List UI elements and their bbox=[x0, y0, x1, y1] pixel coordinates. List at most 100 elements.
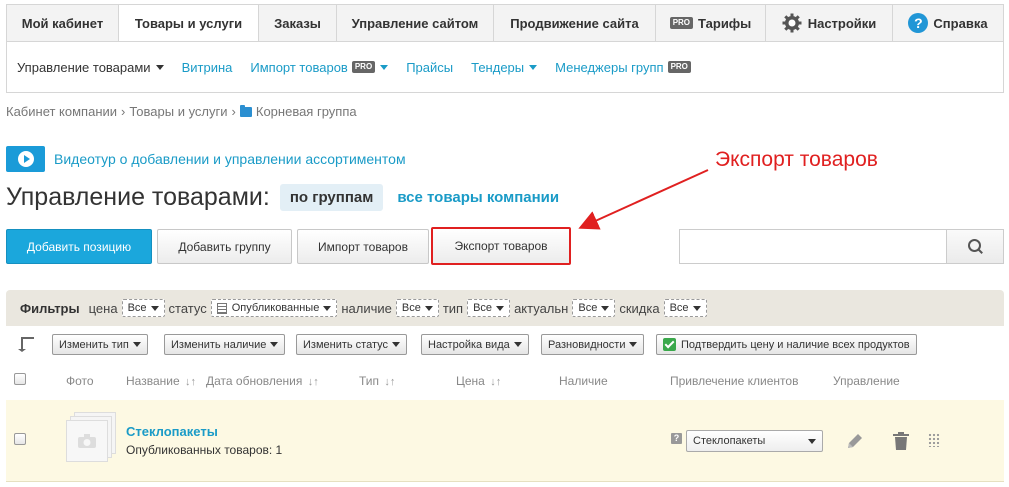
published-count: Опубликованных товаров: 1 bbox=[126, 443, 283, 457]
tab-label: Тарифы bbox=[698, 15, 752, 31]
video-tour-link[interactable]: Видеотур о добавлении и управлении ассор… bbox=[54, 151, 406, 167]
list-icon bbox=[216, 302, 227, 314]
sort-icon: ↓↑ bbox=[490, 376, 502, 388]
main-tabs: Мой кабинет Товары и услуги Заказы Управ… bbox=[6, 4, 1004, 42]
pro-badge: PRO bbox=[667, 61, 691, 73]
submenu-label: Прайсы bbox=[406, 59, 454, 75]
column-label: Цена bbox=[456, 374, 485, 388]
filter-type-dropdown[interactable]: Все bbox=[467, 299, 511, 317]
tab-label: Управление сайтом bbox=[351, 15, 479, 31]
column-label: Тип bbox=[359, 374, 380, 388]
tab-my-cabinet[interactable]: Мой кабинет bbox=[6, 4, 119, 42]
tab-goods-services[interactable]: Товары и услуги bbox=[119, 4, 259, 42]
tab-label: Продвижение сайта bbox=[510, 15, 639, 31]
table-row[interactable]: Стеклопакеты Опубликованных товаров: 1 ?… bbox=[6, 400, 1004, 482]
filter-value: Все bbox=[127, 302, 147, 314]
column-name[interactable]: Название ↓↑ bbox=[126, 374, 196, 388]
submenu-item-group-managers[interactable]: Менеджеры групп PRO bbox=[555, 60, 691, 75]
tab-help[interactable]: ? Справка bbox=[893, 4, 1004, 42]
filter-value: Опубликованные bbox=[231, 302, 320, 314]
pro-badge: PRO bbox=[351, 61, 376, 73]
help-icon[interactable]: ? bbox=[671, 433, 682, 444]
column-price[interactable]: Цена ↓↑ bbox=[456, 374, 501, 388]
search-input[interactable] bbox=[679, 229, 947, 264]
breadcrumb-item-root-group: Корневая группа bbox=[255, 104, 357, 119]
page-title: Управление товарами: bbox=[6, 183, 270, 211]
tab-label: Заказы bbox=[274, 15, 321, 31]
sort-icon: ↓↑ bbox=[307, 376, 319, 388]
column-manage: Управление bbox=[833, 374, 900, 388]
view-settings-button[interactable]: Настройка вида bbox=[421, 334, 529, 355]
tab-orders[interactable]: Заказы bbox=[259, 4, 337, 42]
export-goods-button[interactable]: Экспорт товаров bbox=[431, 227, 571, 265]
view-all-goods-link[interactable]: все товары компании bbox=[397, 189, 559, 206]
action-label: Подтвердить цену и наличие всех продукто… bbox=[681, 338, 910, 351]
video-tour[interactable]: Видеотур о добавлении и управлении ассор… bbox=[6, 146, 406, 172]
filter-availability-dropdown[interactable]: Все bbox=[395, 299, 439, 317]
filter-value: Все bbox=[401, 302, 421, 314]
photo-placeholder-icon bbox=[66, 412, 116, 462]
search-icon bbox=[967, 239, 983, 254]
annotation-label: Экспорт товаров bbox=[715, 148, 878, 171]
play-icon[interactable] bbox=[6, 146, 45, 172]
trash-icon[interactable] bbox=[893, 432, 909, 450]
confirm-all-button[interactable]: Подтвердить цену и наличие всех продукто… bbox=[656, 334, 917, 355]
edit-pencil-icon[interactable] bbox=[846, 432, 864, 450]
action-label: Настройка вида bbox=[428, 338, 510, 351]
filter-value: Все bbox=[669, 302, 689, 314]
column-clients: Привлечение клиентов bbox=[670, 374, 799, 388]
submenu-item-import[interactable]: Импорт товаров PRO bbox=[250, 59, 389, 75]
chevron-down-icon bbox=[132, 342, 141, 347]
search-button[interactable] bbox=[946, 229, 1004, 264]
select-all-checkbox[interactable] bbox=[14, 373, 26, 385]
breadcrumb-item-goods[interactable]: Товары и услуги bbox=[129, 104, 227, 119]
submenu-item-showcase[interactable]: Витрина bbox=[182, 60, 233, 75]
filter-status-dropdown[interactable]: Опубликованные bbox=[210, 299, 338, 317]
chevron-down-icon bbox=[601, 305, 610, 311]
breadcrumb: Кабинет компании › Товары и услуги › Кор… bbox=[6, 104, 357, 119]
tab-site-management[interactable]: Управление сайтом bbox=[337, 4, 494, 42]
add-group-button[interactable]: Добавить группу bbox=[157, 229, 292, 264]
chevron-down-icon bbox=[323, 305, 332, 311]
tab-label: Товары и услуги bbox=[134, 15, 243, 31]
group-title-link[interactable]: Стеклопакеты bbox=[126, 424, 218, 439]
tab-settings[interactable]: Настройки bbox=[766, 4, 893, 42]
tab-site-promotion[interactable]: Продвижение сайта bbox=[494, 4, 656, 42]
sort-icon: ↓↑ bbox=[384, 376, 396, 388]
action-label: Разновидности bbox=[548, 338, 626, 351]
column-type[interactable]: Тип ↓↑ bbox=[359, 374, 395, 388]
column-label: Дата обновления bbox=[206, 374, 303, 388]
tab-tariffs[interactable]: PRO Тарифы bbox=[656, 4, 766, 42]
row-checkbox[interactable] bbox=[14, 433, 26, 445]
add-position-button[interactable]: Добавить позицию bbox=[6, 229, 152, 264]
change-type-button[interactable]: Изменить тип bbox=[52, 334, 148, 355]
variants-button[interactable]: Разновидности bbox=[541, 334, 645, 355]
submenu-item-tenders[interactable]: Тендеры bbox=[471, 60, 538, 75]
client-category-select[interactable]: Стеклопакеты bbox=[686, 430, 823, 452]
filter-name: тип bbox=[442, 300, 464, 316]
filter-price-dropdown[interactable]: Все bbox=[121, 299, 165, 317]
filter-actual-dropdown[interactable]: Все bbox=[572, 299, 616, 317]
column-photo: Фото bbox=[66, 374, 94, 388]
change-availability-button[interactable]: Изменить наличие bbox=[164, 334, 286, 355]
help-icon: ? bbox=[908, 13, 929, 33]
filters-label: Фильтры bbox=[20, 300, 80, 316]
submenu-item-prices[interactable]: Прайсы bbox=[406, 60, 453, 75]
column-updated[interactable]: Дата обновления ↓↑ bbox=[206, 374, 319, 388]
drag-handle-icon[interactable] bbox=[928, 433, 940, 447]
filter-discount-dropdown[interactable]: Все bbox=[663, 299, 707, 317]
chevron-down-icon bbox=[529, 64, 538, 70]
breadcrumb-item-company[interactable]: Кабинет компании bbox=[6, 104, 117, 119]
pro-badge: PRO bbox=[669, 17, 694, 29]
submenu-item-manage-goods[interactable]: Управление товарами bbox=[17, 60, 164, 75]
import-goods-button[interactable]: Импорт товаров bbox=[297, 229, 429, 264]
filter-value: Все bbox=[473, 302, 493, 314]
gear-icon bbox=[782, 13, 802, 33]
submenu-label: Витрина bbox=[181, 59, 233, 75]
action-label: Изменить статус bbox=[303, 338, 389, 351]
folder-icon bbox=[239, 104, 252, 117]
submenu-label: Импорт товаров bbox=[250, 59, 348, 75]
view-by-groups[interactable]: по группам bbox=[279, 184, 384, 211]
change-status-button[interactable]: Изменить статус bbox=[296, 334, 408, 355]
title-row: Управление товарами: по группам все това… bbox=[6, 183, 559, 212]
